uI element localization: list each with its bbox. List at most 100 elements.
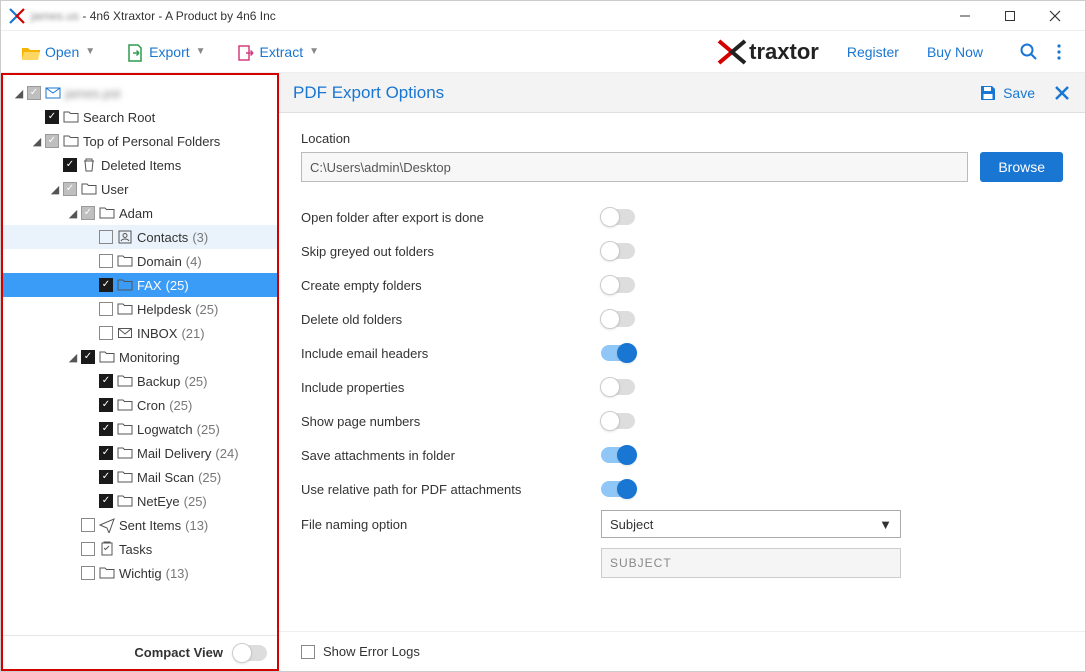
option-toggle[interactable] <box>601 209 635 225</box>
option-toggle[interactable] <box>601 413 635 429</box>
tree-checkbox[interactable]: ✓ <box>99 446 113 460</box>
tree-item[interactable]: ✓NetEye (25) <box>3 489 277 513</box>
tree-checkbox[interactable]: ✓ <box>99 422 113 436</box>
option-toggle[interactable] <box>601 311 635 327</box>
sent-icon <box>99 517 115 533</box>
tree-checkbox[interactable]: ✓ <box>45 110 59 124</box>
option-label: Skip greyed out folders <box>301 244 601 259</box>
search-button[interactable] <box>1017 40 1041 64</box>
sidebar-footer: Compact View <box>3 635 277 669</box>
tree-checkbox[interactable] <box>81 542 95 556</box>
tree-item[interactable]: ◢✓User <box>3 177 277 201</box>
option-label: Use relative path for PDF attachments <box>301 482 601 497</box>
tree-checkbox[interactable]: ✓ <box>99 398 113 412</box>
toolbar: Open ▼ Export ▼ Extract ▼ traxtor Regist… <box>1 31 1085 73</box>
tree-checkbox[interactable]: ✓ <box>63 158 77 172</box>
expander-toggle[interactable]: ◢ <box>29 135 45 148</box>
tree-checkbox[interactable]: ✓ <box>99 278 113 292</box>
open-menu[interactable]: Open ▼ <box>15 39 101 65</box>
tree-checkbox[interactable]: ✓ <box>81 206 95 220</box>
tree-item[interactable]: ✓Logwatch (25) <box>3 417 277 441</box>
expander-toggle[interactable]: ◢ <box>65 351 81 364</box>
tree-item[interactable]: ✓FAX (25) <box>3 273 277 297</box>
option-toggle[interactable] <box>601 447 635 463</box>
tree-checkbox[interactable]: ✓ <box>99 374 113 388</box>
option-label: Include email headers <box>301 346 601 361</box>
location-label: Location <box>301 131 1063 146</box>
tree-checkbox[interactable]: ✓ <box>81 350 95 364</box>
option-label: Show page numbers <box>301 414 601 429</box>
show-error-logs-checkbox[interactable] <box>301 645 315 659</box>
maximize-button[interactable] <box>987 1 1032 31</box>
tree-checkbox[interactable] <box>99 302 113 316</box>
tree-checkbox[interactable]: ✓ <box>63 182 77 196</box>
tree-checkbox[interactable] <box>81 566 95 580</box>
tree-item[interactable]: Domain (4) <box>3 249 277 273</box>
option-label: Include properties <box>301 380 601 395</box>
window-title: james.us - 4n6 Xtraxtor - A Product by 4… <box>31 9 942 23</box>
tree-item[interactable]: Sent Items (13) <box>3 513 277 537</box>
item-count: (13) <box>185 518 208 533</box>
option-label: Create empty folders <box>301 278 601 293</box>
compact-view-toggle[interactable] <box>233 645 267 661</box>
tree-checkbox[interactable]: ✓ <box>27 86 41 100</box>
panel-close-button[interactable] <box>1053 84 1071 102</box>
tree-checkbox[interactable] <box>99 326 113 340</box>
tree-item[interactable]: ✓Cron (25) <box>3 393 277 417</box>
options-list: Open folder after export is done Skip gre… <box>301 200 1063 506</box>
tree-item[interactable]: ✓Mail Scan (25) <box>3 465 277 489</box>
option-row: Open folder after export is done <box>301 200 1063 234</box>
location-input[interactable] <box>301 152 968 182</box>
tree-item[interactable]: ◢✓Adam <box>3 201 277 225</box>
save-label: Save <box>1003 85 1035 101</box>
tree-checkbox[interactable] <box>81 518 95 532</box>
tree-item[interactable]: ✓Search Root <box>3 105 277 129</box>
tree-item[interactable]: Tasks <box>3 537 277 561</box>
file-naming-select[interactable]: Subject ▼ <box>601 510 901 538</box>
tree-checkbox[interactable] <box>99 254 113 268</box>
tree-item[interactable]: ◢✓Top of Personal Folders <box>3 129 277 153</box>
tree-item-label: Mail Delivery <box>137 446 211 461</box>
panel-header: PDF Export Options Save <box>279 73 1085 113</box>
option-toggle[interactable] <box>601 481 635 497</box>
expander-toggle[interactable]: ◢ <box>65 207 81 220</box>
option-toggle[interactable] <box>601 243 635 259</box>
expander-toggle[interactable]: ◢ <box>11 87 27 100</box>
extract-label: Extract <box>260 44 304 60</box>
tree-item[interactable]: INBOX (21) <box>3 321 277 345</box>
extract-menu[interactable]: Extract ▼ <box>230 39 325 65</box>
brand-text: traxtor <box>749 39 819 65</box>
export-menu[interactable]: Export ▼ <box>119 39 211 65</box>
option-toggle[interactable] <box>601 345 635 361</box>
tree-checkbox[interactable]: ✓ <box>99 470 113 484</box>
folder-icon <box>99 205 115 221</box>
tree-item[interactable]: ✓Mail Delivery (24) <box>3 441 277 465</box>
item-count: (4) <box>186 254 202 269</box>
minimize-button[interactable] <box>942 1 987 31</box>
browse-button[interactable]: Browse <box>980 152 1063 182</box>
tree-item[interactable]: Contacts (3) <box>3 225 277 249</box>
expander-toggle[interactable]: ◢ <box>47 183 63 196</box>
tree-item[interactable]: ✓Backup (25) <box>3 369 277 393</box>
folder-icon <box>117 277 133 293</box>
tree-item[interactable]: Helpdesk (25) <box>3 297 277 321</box>
tree-item[interactable]: ◢✓Monitoring <box>3 345 277 369</box>
register-link[interactable]: Register <box>847 44 899 60</box>
folder-tree[interactable]: ◢✓james.pst✓Search Root◢✓Top of Personal… <box>3 75 277 635</box>
buy-now-link[interactable]: Buy Now <box>927 44 983 60</box>
naming-pattern-input[interactable] <box>601 548 901 578</box>
save-button[interactable]: Save <box>979 84 1035 102</box>
close-button[interactable] <box>1032 1 1077 31</box>
tree-item[interactable]: ✓Deleted Items <box>3 153 277 177</box>
item-count: (3) <box>192 230 208 245</box>
compact-view-label: Compact View <box>134 645 223 660</box>
item-count: (25) <box>184 494 207 509</box>
tree-item[interactable]: ◢✓james.pst <box>3 81 277 105</box>
tree-checkbox[interactable] <box>99 230 113 244</box>
option-toggle[interactable] <box>601 277 635 293</box>
tree-checkbox[interactable]: ✓ <box>99 494 113 508</box>
option-toggle[interactable] <box>601 379 635 395</box>
tree-item[interactable]: Wichtig (13) <box>3 561 277 585</box>
tree-checkbox[interactable]: ✓ <box>45 134 59 148</box>
more-menu[interactable] <box>1047 40 1071 64</box>
